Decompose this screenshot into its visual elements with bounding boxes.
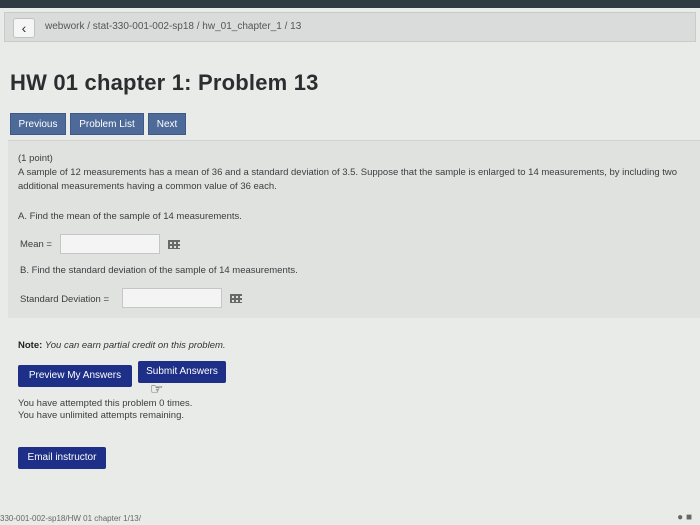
standard-deviation-input[interactable]	[122, 288, 222, 308]
browser-top-bar	[0, 0, 700, 8]
problem-points: (1 point)	[18, 153, 53, 164]
grid-icon[interactable]	[168, 240, 180, 249]
tray-icons: ● ■	[677, 512, 692, 523]
part-b-text: B. Find the standard deviation of the sa…	[20, 265, 298, 276]
preview-answers-button[interactable]: Preview My Answers	[18, 365, 132, 387]
mean-input[interactable]	[60, 234, 160, 254]
problem-statement-line1: A sample of 12 measurements has a mean o…	[18, 167, 678, 178]
note-label: Note:	[18, 340, 43, 351]
previous-button[interactable]: Previous	[10, 113, 66, 135]
mean-label: Mean =	[20, 239, 52, 250]
pointer-cursor-icon: ☞	[150, 381, 164, 398]
attempts-line2: You have unlimited attempts remaining.	[18, 410, 184, 421]
problem-list-button[interactable]: Problem List	[70, 113, 144, 135]
part-a-text: A. Find the mean of the sample of 14 mea…	[18, 211, 242, 222]
status-bar-url: 330-001-002-sp18/HW 01 chapter 1/13/	[0, 514, 141, 523]
breadcrumb: ‹ webwork / stat-330-001-002-sp18 / hw_0…	[4, 12, 696, 42]
attempts-line1: You have attempted this problem 0 times.	[18, 398, 193, 409]
problem-statement-line2: additional measurements having a common …	[18, 181, 277, 192]
email-instructor-button[interactable]: Email instructor	[18, 447, 106, 469]
chevron-left-icon: ‹	[21, 20, 27, 36]
page-title: HW 01 chapter 1: Problem 13	[10, 70, 319, 95]
breadcrumb-text[interactable]: webwork / stat-330-001-002-sp18 / hw_01_…	[45, 21, 301, 32]
grid-icon[interactable]	[230, 294, 242, 303]
back-button[interactable]: ‹	[13, 18, 35, 38]
partial-credit-note: Note: You can earn partial credit on thi…	[18, 340, 226, 351]
note-text: You can earn partial credit on this prob…	[44, 340, 226, 351]
standard-deviation-label: Standard Deviation =	[20, 294, 109, 305]
next-button[interactable]: Next	[148, 113, 186, 135]
problem-box: (1 point) A sample of 12 measurements ha…	[8, 140, 700, 318]
